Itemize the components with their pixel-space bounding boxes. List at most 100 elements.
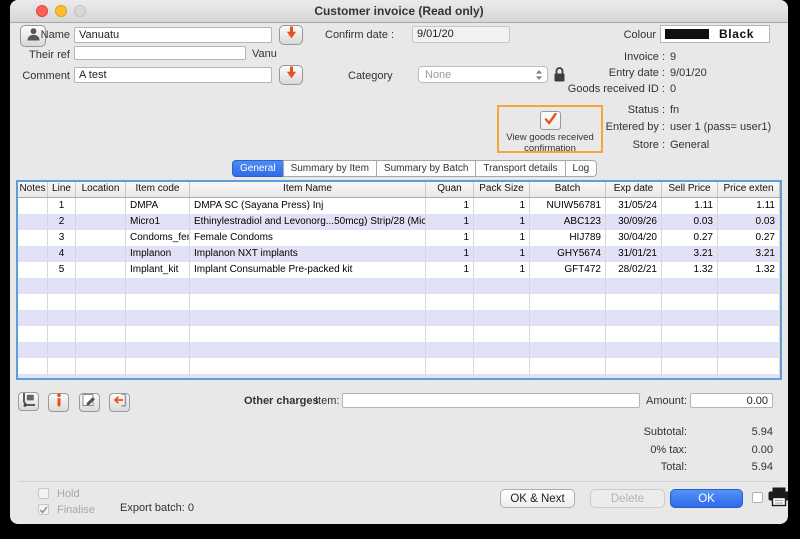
arrow-into-door-icon <box>112 393 127 412</box>
cell-exp-date: 28/02/21 <box>606 262 662 278</box>
cell-item-name: Implanon NXT implants <box>190 246 426 262</box>
column-header-notes[interactable]: Notes <box>18 182 48 197</box>
cell-location <box>76 230 126 246</box>
info-row: Goods received ID :0 <box>10 83 788 96</box>
orange-check-icon <box>544 112 557 130</box>
cell-batch: GHY5674 <box>530 246 606 262</box>
other-charges-label: Other charges <box>244 395 319 407</box>
ok-next-button[interactable]: OK & Next <box>500 489 575 508</box>
table-row[interactable]: 5Implant_kitImplant Consumable Pre-packe… <box>18 262 780 278</box>
cell-sell-price <box>662 294 718 310</box>
close-button[interactable] <box>36 5 48 17</box>
table-row-empty <box>18 342 780 358</box>
window-title: Customer invoice (Read only) <box>10 0 788 22</box>
name-input[interactable] <box>74 27 272 43</box>
info-row: Invoice :9 <box>10 51 788 64</box>
subtotal-label: Subtotal: <box>510 426 687 438</box>
cell-batch <box>530 358 606 374</box>
line-info-button[interactable] <box>48 393 69 412</box>
cell-batch: HIJ789 <box>530 230 606 246</box>
minimize-button[interactable] <box>55 5 67 17</box>
tab-transport-details[interactable]: Transport details <box>475 160 565 177</box>
colour-picker[interactable]: Black <box>660 25 770 43</box>
cell-sell-price <box>662 310 718 326</box>
table-row-empty <box>18 358 780 374</box>
column-header-item-code[interactable]: Item code <box>126 182 190 197</box>
cell-item-name <box>190 358 426 374</box>
cell-batch <box>530 374 606 380</box>
cell-location <box>76 310 126 326</box>
column-header-line[interactable]: Line <box>48 182 76 197</box>
cell-location <box>76 294 126 310</box>
table-row[interactable]: 1DMPADMPA SC (Sayana Press) Inj11NUIW567… <box>18 198 780 214</box>
zoom-button-disabled <box>74 5 86 17</box>
column-header-price-exten[interactable]: Price exten <box>718 182 780 197</box>
cell-exp-date <box>606 294 662 310</box>
cell-notes <box>18 326 48 342</box>
cell-exp-date: 31/01/21 <box>606 246 662 262</box>
info-value-goods-received-id: 0 <box>670 83 676 95</box>
info-value-entry-date: 9/01/20 <box>670 67 707 79</box>
table-row[interactable]: 4ImplanonImplanon NXT implants11GHY56743… <box>18 246 780 262</box>
cell-sell-price: 0.27 <box>662 230 718 246</box>
ok-button[interactable]: OK <box>670 489 743 508</box>
print-checkbox[interactable] <box>752 492 763 503</box>
cell-pack-size <box>474 342 530 358</box>
table-row-empty <box>18 326 780 342</box>
printer-button[interactable] <box>767 487 788 512</box>
view-goods-received-button[interactable]: View goods received confirmation <box>497 105 603 153</box>
cell-exp-date <box>606 342 662 358</box>
info-row: Entry date :9/01/20 <box>10 67 788 80</box>
cell-pack-size <box>474 278 530 294</box>
cell-item-name <box>190 342 426 358</box>
column-header-exp-date[interactable]: Exp date <box>606 182 662 197</box>
cell-pack-size: 1 <box>474 198 530 214</box>
delete-button: Delete <box>590 489 665 508</box>
cell-price-exten: 3.21 <box>718 246 780 262</box>
tab-summary-by-batch[interactable]: Summary by Batch <box>376 160 476 177</box>
cell-sell-price: 1.32 <box>662 262 718 278</box>
goods-received-checkbox[interactable] <box>540 111 561 130</box>
cell-sell-price <box>662 278 718 294</box>
table-row[interactable]: 3Condoms_femFemale Condoms11HIJ78930/04/… <box>18 230 780 246</box>
hold-checkbox[interactable] <box>38 488 49 499</box>
table-row[interactable]: 2Micro1Ethinylestradiol and Levonorg...5… <box>18 214 780 230</box>
name-lookup-button[interactable] <box>279 25 303 45</box>
amount-input[interactable] <box>690 393 773 408</box>
total-value: 5.94 <box>752 461 773 473</box>
cell-item-name: DMPA SC (Sayana Press) Inj <box>190 198 426 214</box>
column-header-item-name[interactable]: Item Name <box>190 182 426 197</box>
column-header-sell-price[interactable]: Sell Price <box>662 182 718 197</box>
cell-notes <box>18 310 48 326</box>
cell-batch <box>530 294 606 310</box>
cell-item-code: Implant_kit <box>126 262 190 278</box>
cell-quan <box>426 326 474 342</box>
remove-line-button[interactable] <box>109 393 130 412</box>
cell-line: 3 <box>48 230 76 246</box>
table-body: 1DMPADMPA SC (Sayana Press) Inj11NUIW567… <box>18 198 780 380</box>
cell-exp-date <box>606 326 662 342</box>
table-row-empty <box>18 294 780 310</box>
cell-location <box>76 326 126 342</box>
confirm-date-field[interactable]: 9/01/20 <box>412 26 510 43</box>
column-header-pack-size[interactable]: Pack Size <box>474 182 530 197</box>
tab-general[interactable]: General <box>232 160 284 177</box>
column-header-batch[interactable]: Batch <box>530 182 606 197</box>
tab-log[interactable]: Log <box>565 160 598 177</box>
column-header-location[interactable]: Location <box>76 182 126 197</box>
cell-exp-date <box>606 310 662 326</box>
cell-location <box>76 262 126 278</box>
cell-price-exten <box>718 278 780 294</box>
column-header-quan[interactable]: Quan <box>426 182 474 197</box>
cell-line: 4 <box>48 246 76 262</box>
cell-sell-price <box>662 358 718 374</box>
cell-notes <box>18 246 48 262</box>
transport-lines-button[interactable] <box>18 392 39 411</box>
cell-quan <box>426 310 474 326</box>
tab-summary-by-item[interactable]: Summary by Item <box>283 160 377 177</box>
view-goods-label-line2: confirmation <box>499 143 601 154</box>
finalise-checkbox[interactable] <box>38 504 49 515</box>
cell-notes <box>18 230 48 246</box>
table-row-empty <box>18 278 780 294</box>
edit-line-button[interactable] <box>79 393 100 412</box>
